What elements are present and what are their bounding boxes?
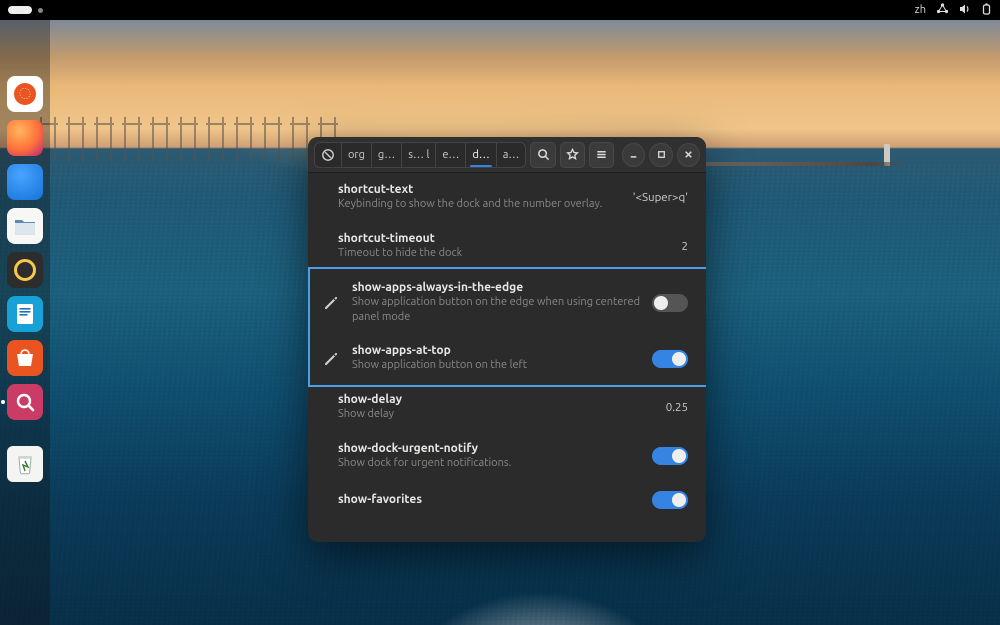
network-icon[interactable] [936, 3, 949, 17]
crumb-1[interactable]: g… [372, 143, 402, 167]
setting-key: show-apps-at-top [352, 344, 642, 357]
setting-row-shortcut-timeout[interactable]: shortcut-timeoutTimeout to hide the dock… [308, 222, 706, 271]
setting-toggle[interactable] [652, 294, 688, 312]
dock-app-dconf-editor[interactable] [7, 384, 43, 420]
top-bar: zh [0, 0, 1000, 20]
dock-app-show-applications[interactable]: ◌ [7, 76, 43, 112]
setting-toggle[interactable] [652, 447, 688, 465]
window-close-button[interactable] [677, 143, 700, 167]
window-minimize-button[interactable] [622, 143, 645, 167]
crumb-3[interactable]: e… [436, 143, 466, 167]
edited-icon [320, 295, 342, 311]
setting-key: show-apps-always-in-the-edge [352, 281, 642, 294]
setting-description: Show application button on the left [352, 358, 642, 373]
activities-corner[interactable] [8, 6, 43, 14]
setting-row-show-delay[interactable]: show-delayShow delay 0.25 [308, 383, 706, 432]
setting-row-show-apps-always-in-the-edge[interactable]: show-apps-always-in-the-edgeShow applica… [308, 271, 706, 335]
setting-value: 0.25 [666, 401, 688, 414]
search-button[interactable] [530, 142, 555, 168]
setting-value: 2 [682, 240, 689, 253]
path-breadcrumb[interactable]: org g… s… l e… d… a… [314, 142, 526, 168]
input-source-indicator[interactable]: zh [915, 4, 926, 16]
headerbar: org g… s… l e… d… a… [308, 137, 706, 173]
workspace-dot-icon [38, 8, 43, 13]
dconf-editor-window: org g… s… l e… d… a… shortcut-textKeybin… [308, 137, 706, 542]
dock-app-software[interactable] [7, 340, 43, 376]
setting-description: Show application button on the edge when… [352, 295, 642, 325]
setting-key: show-delay [338, 393, 656, 406]
dock-app-files[interactable] [7, 208, 43, 244]
menu-button[interactable] [589, 142, 614, 168]
path-root-icon[interactable] [315, 143, 342, 167]
crumb-0[interactable]: org [342, 143, 372, 167]
activities-pill-icon [8, 6, 32, 14]
ubuntu-dock: ◌ [0, 20, 50, 625]
crumb-2[interactable]: s… l [402, 143, 436, 167]
dock-app-thunderbird[interactable] [7, 164, 43, 200]
crumb-5[interactable]: a… [497, 143, 526, 167]
edited-icon [320, 351, 342, 367]
setting-row-show-favorites[interactable]: show-favorites [308, 481, 706, 519]
setting-description: Timeout to hide the dock [338, 246, 672, 261]
setting-toggle[interactable] [652, 491, 688, 509]
setting-description: Keybinding to show the dock and the numb… [338, 197, 623, 212]
dock-app-libreoffice-writer[interactable] [7, 296, 43, 332]
power-icon[interactable] [981, 3, 992, 18]
setting-row-shortcut-text[interactable]: shortcut-textKeybinding to show the dock… [308, 173, 706, 222]
setting-value: '<Super>q' [633, 191, 688, 204]
dock-app-rhythmbox[interactable] [7, 252, 43, 288]
volume-icon[interactable] [959, 3, 971, 18]
dock-app-firefox[interactable] [7, 120, 43, 156]
setting-row-show-apps-at-top[interactable]: show-apps-at-topShow application button … [308, 334, 706, 383]
crumb-4[interactable]: d… [466, 143, 496, 167]
setting-description: Show dock for urgent notifications. [338, 456, 642, 471]
setting-key: shortcut-timeout [338, 232, 672, 245]
window-maximize-button[interactable] [649, 143, 672, 167]
setting-key: show-dock-urgent-notify [338, 442, 642, 455]
wallpaper-lighthouse [884, 144, 890, 166]
settings-list[interactable]: shortcut-textKeybinding to show the dock… [308, 173, 706, 542]
setting-row-show-dock-urgent-notify[interactable]: show-dock-urgent-notifyShow dock for urg… [308, 432, 706, 481]
dock-app-trash[interactable] [7, 446, 43, 482]
setting-key: show-favorites [338, 493, 642, 506]
setting-toggle[interactable] [652, 350, 688, 368]
setting-description: Show delay [338, 407, 656, 422]
bookmark-button[interactable] [560, 142, 585, 168]
setting-key: shortcut-text [338, 183, 623, 196]
